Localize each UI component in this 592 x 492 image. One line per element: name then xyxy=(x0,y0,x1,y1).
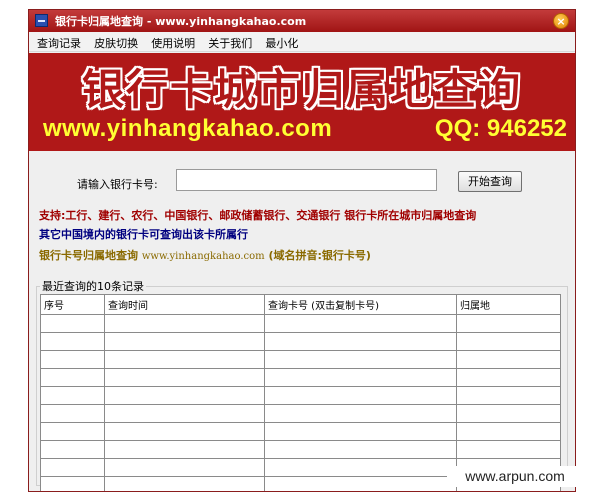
menu-instructions[interactable]: 使用说明 xyxy=(143,34,195,53)
table-cell[interactable] xyxy=(104,368,265,387)
table-cell[interactable] xyxy=(456,440,561,459)
table-header-row: 序号 查询时间 查询卡号 (双击复制卡号) 归属地 xyxy=(40,294,561,315)
table-cell[interactable] xyxy=(104,350,265,369)
column-header-location[interactable]: 归属地 xyxy=(456,294,561,315)
column-header-time[interactable]: 查询时间 xyxy=(104,294,265,315)
menu-bar: 查询记录 皮肤切换 使用说明 关于我们 最小化 xyxy=(29,32,575,52)
table-cell[interactable] xyxy=(104,440,265,459)
table-cell[interactable] xyxy=(40,350,105,369)
banner-url: www.yinhangkahao.com xyxy=(43,115,333,142)
table-cell[interactable] xyxy=(264,422,457,441)
site-info-prefix: 银行卡号归属地查询 xyxy=(39,249,142,262)
card-number-input[interactable] xyxy=(176,169,437,191)
table-row[interactable] xyxy=(40,350,561,369)
table-cell[interactable] xyxy=(264,332,457,351)
table-cell[interactable] xyxy=(104,314,265,333)
table-cell[interactable] xyxy=(40,440,105,459)
table-cell[interactable] xyxy=(264,350,457,369)
table-cell[interactable] xyxy=(456,368,561,387)
table-cell[interactable] xyxy=(40,458,105,477)
table-cell[interactable] xyxy=(264,440,457,459)
table-cell[interactable] xyxy=(40,422,105,441)
table-row[interactable] xyxy=(40,332,561,351)
table-cell[interactable] xyxy=(104,476,265,491)
table-cell[interactable] xyxy=(264,404,457,423)
table-cell[interactable] xyxy=(104,458,265,477)
menu-query-records[interactable]: 查询记录 xyxy=(29,34,81,53)
table-cell[interactable] xyxy=(40,314,105,333)
watermark: www.arpun.com xyxy=(447,466,583,487)
menu-about[interactable]: 关于我们 xyxy=(200,34,252,53)
table-cell[interactable] xyxy=(264,476,457,491)
table-cell[interactable] xyxy=(40,404,105,423)
menu-skin-switch[interactable]: 皮肤切换 xyxy=(86,34,138,53)
site-info-suffix: (域名拼音:银行卡号) xyxy=(264,249,371,262)
table-cell[interactable] xyxy=(104,422,265,441)
table-cell[interactable] xyxy=(104,386,265,405)
table-cell[interactable] xyxy=(104,332,265,351)
supported-banks-text: 支持:工行、建行、农行、中国银行、邮政储蓄银行、交通银行 银行卡所在城市归属地查… xyxy=(39,209,477,222)
table-row[interactable] xyxy=(40,404,561,423)
table-row[interactable] xyxy=(40,440,561,459)
other-banks-text: 其它中国境内的银行卡可查询出该卡所属行 xyxy=(39,228,248,241)
app-icon xyxy=(35,14,48,27)
records-table[interactable]: 序号 查询时间 查询卡号 (双击复制卡号) 归属地 xyxy=(40,294,561,491)
window-title: 银行卡归属地查询 - www.yinhangkahao.com xyxy=(55,15,307,28)
table-cell[interactable] xyxy=(456,350,561,369)
table-cell[interactable] xyxy=(456,422,561,441)
site-info-url: www.yinhangkahao.com xyxy=(141,251,265,262)
menu-minimize[interactable]: 最小化 xyxy=(257,34,298,53)
main-content: 请输入银行卡号: 开始查询 支持:工行、建行、农行、中国银行、邮政储蓄银行、交通… xyxy=(29,151,575,491)
table-cell[interactable] xyxy=(456,332,561,351)
table-row[interactable] xyxy=(40,314,561,333)
table-cell[interactable] xyxy=(40,386,105,405)
table-cell[interactable] xyxy=(40,368,105,387)
table-cell[interactable] xyxy=(264,314,457,333)
table-cell[interactable] xyxy=(456,404,561,423)
table-cell[interactable] xyxy=(264,458,457,477)
table-cell[interactable] xyxy=(264,386,457,405)
banner-title: 银行卡城市归属地查询 xyxy=(81,65,522,114)
site-info-text: 银行卡号归属地查询 www.yinhangkahao.com (域名拼音:银行卡… xyxy=(39,247,371,263)
banner: 银行卡城市归属地查询 www.yinhangkahao.com QQ: 9462… xyxy=(29,53,575,151)
table-cell[interactable] xyxy=(40,332,105,351)
table-cell[interactable] xyxy=(456,314,561,333)
table-row[interactable] xyxy=(40,422,561,441)
table-cell[interactable] xyxy=(40,476,105,491)
table-row[interactable] xyxy=(40,386,561,405)
table-cell[interactable] xyxy=(456,386,561,405)
table-cell[interactable] xyxy=(104,404,265,423)
records-group-title: 最近查询的10条记录 xyxy=(40,278,146,294)
close-button[interactable]: × xyxy=(553,13,569,29)
table-row[interactable] xyxy=(40,368,561,387)
app-window: 银行卡归属地查询 - www.yinhangkahao.com × 查询记录 皮… xyxy=(28,9,576,492)
banner-qq: QQ: 946252 xyxy=(434,115,567,142)
card-number-label: 请输入银行卡号: xyxy=(77,178,158,191)
title-bar[interactable]: 银行卡归属地查询 - www.yinhangkahao.com × xyxy=(29,10,575,32)
column-header-card-number[interactable]: 查询卡号 (双击复制卡号) xyxy=(264,294,457,315)
start-query-button[interactable]: 开始查询 xyxy=(458,171,522,192)
column-header-index[interactable]: 序号 xyxy=(40,294,105,315)
table-cell[interactable] xyxy=(264,368,457,387)
